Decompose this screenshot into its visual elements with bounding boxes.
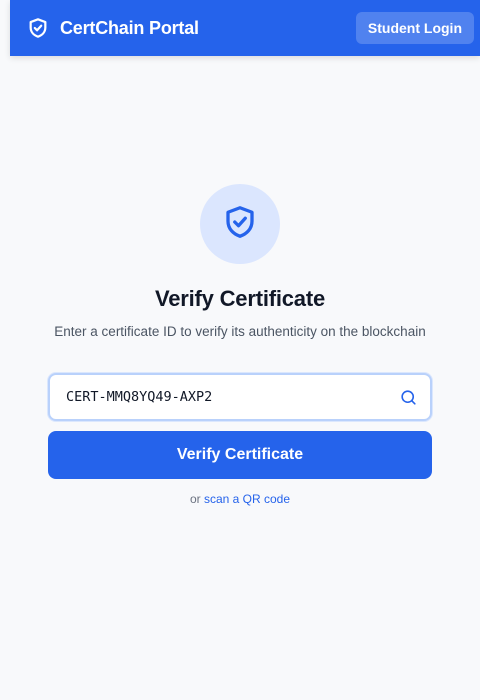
student-login-button[interactable]: Student Login xyxy=(355,12,474,44)
top-navbar: CertChain Portal Student Login xyxy=(10,0,480,56)
shield-check-icon xyxy=(26,16,50,40)
brand-title: CertChain Portal xyxy=(60,17,199,38)
page: CertChain Portal Student Login Verify Ce… xyxy=(0,0,480,700)
page-title: Verify Certificate xyxy=(154,286,326,311)
alternative-option: or scan a QR code xyxy=(190,492,290,506)
alt-prefix: or xyxy=(189,492,201,506)
search-icon[interactable] xyxy=(398,387,418,407)
certificate-id-input[interactable] xyxy=(66,389,398,405)
certificate-search-box xyxy=(48,373,432,421)
brand[interactable]: CertChain Portal xyxy=(26,16,199,40)
verify-panel: Verify Certificate Enter a certificate I… xyxy=(0,56,480,506)
page-subtitle: Enter a certificate ID to verify its aut… xyxy=(54,324,426,339)
shield-check-icon xyxy=(222,204,258,245)
scan-qr-link[interactable]: scan a QR code xyxy=(204,492,290,506)
verify-certificate-button[interactable]: Verify Certificate xyxy=(48,431,432,479)
hero-icon-badge xyxy=(200,184,280,264)
